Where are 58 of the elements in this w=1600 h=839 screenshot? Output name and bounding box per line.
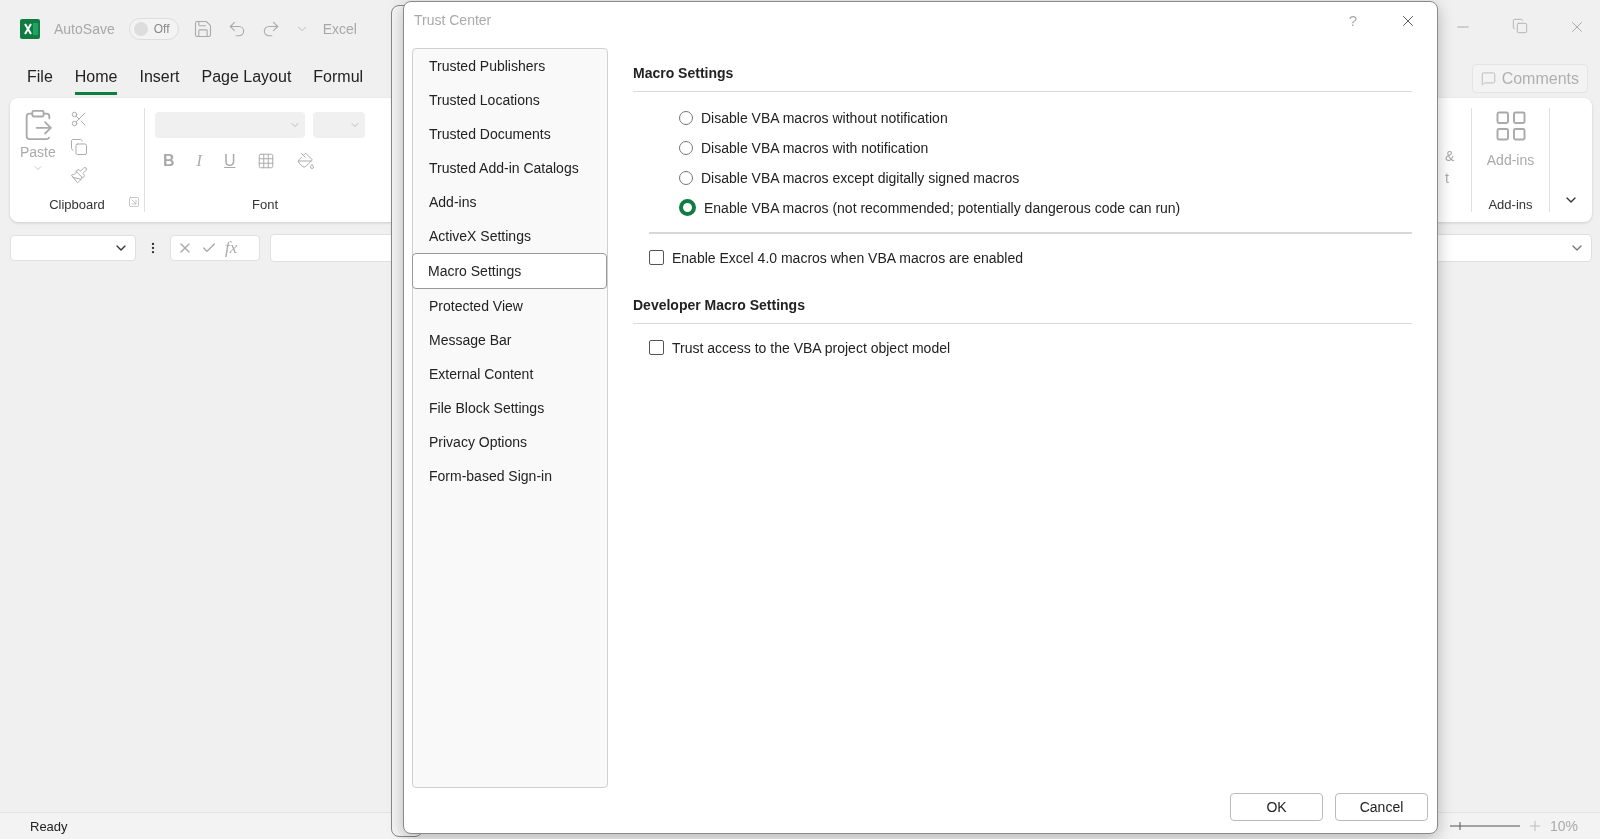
scissors-icon[interactable] xyxy=(69,110,88,128)
radio-button[interactable] xyxy=(679,140,693,155)
group-label: Clipboard xyxy=(48,197,106,212)
restore-icon[interactable] xyxy=(1512,18,1528,34)
nav-item[interactable]: Privacy Options xyxy=(413,425,607,459)
speech-bubble-icon xyxy=(1480,71,1496,86)
zoom-level: 10% xyxy=(1549,818,1578,834)
spreadsheet-logo-icon xyxy=(20,19,40,39)
option-label: Disable VBA macros except digitally signed macros xyxy=(701,169,1020,186)
dialog-button[interactable]: Cancel xyxy=(1335,793,1428,821)
checkbox[interactable] xyxy=(649,250,664,265)
dialog-title: Trust Center xyxy=(414,12,492,28)
nav-item[interactable]: Trusted Documents xyxy=(413,117,607,151)
ribbon-tab[interactable]: Formul xyxy=(313,61,364,95)
nav-item[interactable]: Add-ins xyxy=(413,185,607,219)
nav-item[interactable]: File Block Settings xyxy=(413,391,607,425)
autosave-label: AutoSave xyxy=(54,21,115,37)
document-title: Excel xyxy=(322,21,357,37)
option-label: Enable VBA macros (not recommended; potentially dangerous code can run) xyxy=(704,199,1181,216)
radio-button[interactable] xyxy=(679,110,693,125)
ribbon-tab[interactable]: Insert xyxy=(139,61,180,95)
font-size-field[interactable] xyxy=(313,112,365,138)
nav-item[interactable]: ActiveX Settings xyxy=(413,219,607,253)
zoom-in-icon[interactable] xyxy=(1529,818,1540,834)
ribbon-tab[interactable]: Home xyxy=(74,61,118,95)
section-heading: Macro Settings xyxy=(633,48,1412,92)
option-label: Enable Excel 4.0 macros when VBA macros are enabled xyxy=(672,249,1023,266)
dialog-button[interactable]: OK xyxy=(1230,793,1323,821)
section-heading: Developer Macro Settings xyxy=(633,280,1412,324)
group-label: Font xyxy=(251,197,279,212)
nav-item[interactable]: Trusted Locations xyxy=(413,83,607,117)
borders-icon[interactable] xyxy=(257,152,276,170)
option-label: Disable VBA macros with notification xyxy=(701,139,929,156)
save-icon[interactable] xyxy=(192,19,213,39)
font-name-field[interactable] xyxy=(155,112,305,138)
ribbon-text: t xyxy=(1445,170,1450,186)
nav-item[interactable]: Trusted Add-in Catalogs xyxy=(413,151,607,185)
nav-item[interactable]: Message Bar xyxy=(413,323,607,357)
status-text: Ready xyxy=(30,818,68,834)
checkbox[interactable] xyxy=(649,340,664,355)
ribbon-tab[interactable]: Page Layout xyxy=(201,61,292,95)
nav-item[interactable]: Protected View xyxy=(413,289,607,323)
nav-item[interactable]: External Content xyxy=(413,357,607,391)
ribbon-text: & xyxy=(1445,148,1456,164)
zoom-track-drawing xyxy=(1449,821,1520,831)
nav-item[interactable]: Trusted Publishers xyxy=(413,49,607,83)
radio-button[interactable] xyxy=(679,170,693,185)
fill-icon[interactable] xyxy=(297,152,316,170)
name-box[interactable] xyxy=(10,235,136,261)
radio-button[interactable] xyxy=(679,199,696,216)
nav-item[interactable]: Form-based Sign-in xyxy=(413,459,607,493)
option-label: Trust access to the VBA project object model xyxy=(672,339,951,356)
brush-icon[interactable] xyxy=(69,166,88,184)
copy-icon[interactable] xyxy=(69,138,88,156)
group-label: Add-ins xyxy=(1488,197,1533,212)
option-label: Disable VBA macros without notification xyxy=(701,109,948,126)
ribbon-tab[interactable]: File xyxy=(27,61,53,95)
nav-item[interactable]: Macro Settings xyxy=(412,253,607,289)
